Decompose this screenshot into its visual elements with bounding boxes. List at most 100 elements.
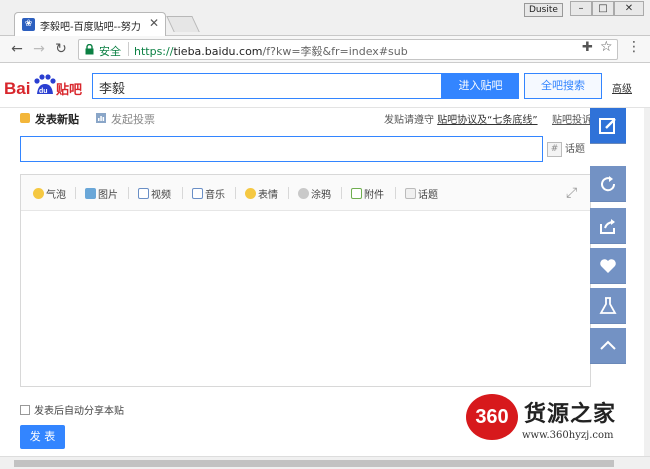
- search-input[interactable]: 李毅: [92, 73, 442, 99]
- attachment-icon: [351, 188, 362, 199]
- url-text[interactable]: https://tieba.baidu.com/f?kw=李毅&fr=index…: [134, 43, 408, 59]
- tool-image[interactable]: 图片: [85, 186, 118, 201]
- tool-music-label: 音乐: [205, 190, 225, 201]
- complaint-link[interactable]: 贴吧投诉: [552, 111, 590, 126]
- side-lab-button[interactable]: [590, 288, 626, 324]
- tool-divider: [395, 187, 396, 199]
- tool-doodle-label: 涂鸦: [311, 190, 331, 201]
- vertical-scrollbar[interactable]: [644, 108, 650, 456]
- advanced-search-link[interactable]: 高级: [612, 80, 632, 95]
- chevron-up-icon: [600, 340, 616, 350]
- right-float-bar: [590, 108, 626, 370]
- lock-icon: [85, 44, 94, 55]
- svg-text:Bai: Bai: [4, 79, 30, 98]
- autoshare-checkbox[interactable]: [20, 405, 30, 415]
- maximize-icon[interactable]: □: [592, 1, 614, 16]
- share-icon: [600, 219, 615, 234]
- tool-attachment[interactable]: 附件: [351, 186, 384, 201]
- tool-attachment-label: 附件: [364, 190, 384, 201]
- tool-doodle[interactable]: 涂鸦: [298, 186, 331, 201]
- forward-arrow-icon[interactable]: →: [30, 40, 48, 58]
- expand-icon[interactable]: ⤢: [566, 185, 577, 201]
- speech-bubble-icon: [33, 188, 44, 199]
- profile-badge[interactable]: Dusite: [524, 3, 563, 17]
- post-title-input[interactable]: [20, 136, 543, 162]
- tab-title: 李毅吧-百度贴吧--努力: [40, 22, 141, 33]
- topic-label: 话题: [565, 144, 585, 155]
- side-post-button[interactable]: [590, 108, 626, 144]
- tieba-header: Bai du 贴吧 李毅 进入贴吧 全吧搜索 高级: [0, 64, 650, 108]
- tool-video-label: 视频: [151, 190, 171, 201]
- tool-divider: [75, 187, 76, 199]
- refresh-icon: [601, 176, 616, 192]
- tieba-favicon-icon: ❀: [22, 18, 35, 31]
- edit-icon: [599, 118, 616, 134]
- compose-tabs: 发表新贴 发起投票 发贴请遵守 贴吧协议及“七条底线” 贴吧投诉: [0, 108, 590, 128]
- posting-rules: 发贴请遵守 贴吧协议及“七条底线”: [384, 111, 538, 126]
- tool-divider: [288, 187, 289, 199]
- tool-image-label: 图片: [98, 190, 118, 201]
- back-arrow-icon[interactable]: ←: [8, 40, 26, 58]
- hash-icon: #: [547, 141, 562, 157]
- video-icon: [138, 188, 149, 199]
- secure-label: 安全: [99, 45, 121, 58]
- bookmark-star-icon[interactable]: ☆: [600, 39, 613, 55]
- tab-close-icon[interactable]: ✕: [149, 16, 159, 30]
- url-path: /f?kw=李毅&fr=index#sub: [262, 45, 408, 58]
- browser-titlebar: ❀ 李毅吧-百度贴吧--努力 ✕ Dusite – □ ✕: [0, 0, 650, 36]
- watermark-360-logo: 360: [466, 394, 518, 440]
- svg-text:du: du: [39, 88, 48, 95]
- tool-emoji-label: 表情: [258, 190, 278, 201]
- extension-puzzle-icon[interactable]: ✚: [582, 40, 593, 55]
- url-scheme: https://: [134, 45, 174, 58]
- post-editor[interactable]: 气泡 图片 视频 音乐 表情 涂鸦 附件 话题 ⤢: [20, 174, 591, 387]
- side-favorite-button[interactable]: [590, 248, 626, 284]
- smiley-icon: [245, 188, 256, 199]
- tool-topic[interactable]: 话题: [405, 186, 438, 201]
- tool-topic-label: 话题: [418, 190, 438, 201]
- editor-toolbar: 气泡 图片 视频 音乐 表情 涂鸦 附件 话题 ⤢: [21, 175, 590, 211]
- rules-link[interactable]: 贴吧协议及“七条底线”: [437, 115, 537, 126]
- enter-bar-button[interactable]: 进入贴吧: [442, 73, 519, 99]
- tool-music[interactable]: 音乐: [192, 186, 225, 201]
- tab-start-vote[interactable]: 发起投票: [111, 111, 155, 127]
- music-note-icon: [192, 188, 203, 199]
- tool-divider: [128, 187, 129, 199]
- submit-post-button[interactable]: 发 表: [20, 425, 65, 449]
- all-bar-search-button[interactable]: 全吧搜索: [524, 73, 602, 99]
- browser-tab[interactable]: ❀ 李毅吧-百度贴吧--努力 ✕: [14, 12, 166, 36]
- heart-icon: [600, 259, 616, 273]
- url-separator: [128, 42, 129, 56]
- watermark-name: 货源之家: [524, 402, 617, 427]
- doodle-icon: [298, 188, 309, 199]
- window-close-icon[interactable]: ✕: [614, 1, 644, 16]
- autoshare-label: 发表后自动分享本贴: [34, 406, 124, 417]
- horizontal-scroll-thumb[interactable]: [14, 460, 614, 467]
- tool-divider: [341, 187, 342, 199]
- side-share-button[interactable]: [590, 208, 626, 244]
- browser-menu-icon[interactable]: ⋮: [627, 39, 641, 55]
- tool-divider: [182, 187, 183, 199]
- address-bar[interactable]: 安全 https://tieba.baidu.com/f?kw=李毅&fr=in…: [78, 39, 618, 60]
- reload-icon[interactable]: ↻: [52, 40, 70, 58]
- tool-emoji[interactable]: 表情: [245, 186, 278, 201]
- tool-video[interactable]: 视频: [138, 186, 171, 201]
- tool-bubble[interactable]: 气泡: [33, 186, 66, 201]
- horizontal-scrollbar[interactable]: [0, 456, 650, 469]
- autoshare-option[interactable]: 发表后自动分享本贴: [20, 402, 124, 417]
- watermark-url: www.360hyzj.com: [522, 430, 614, 441]
- rules-prefix: 发贴请遵守: [384, 115, 434, 126]
- minimize-icon[interactable]: –: [570, 1, 592, 16]
- title-topic-button[interactable]: # 话题: [547, 140, 585, 157]
- image-icon: [85, 188, 96, 199]
- browser-toolbar: ← → ↻ 安全 https://tieba.baidu.com/f?kw=李毅…: [0, 36, 650, 63]
- vote-chart-icon: [96, 113, 106, 123]
- side-back-to-top-button[interactable]: [590, 328, 626, 364]
- flask-icon: [599, 297, 617, 314]
- tab-new-post[interactable]: 发表新贴: [35, 111, 79, 127]
- new-tab-button[interactable]: [166, 16, 200, 32]
- side-refresh-button[interactable]: [590, 166, 626, 202]
- svg-text:贴吧: 贴吧: [56, 82, 82, 98]
- baidu-tieba-logo[interactable]: Bai du 贴吧: [4, 72, 86, 100]
- new-post-icon: [20, 113, 30, 123]
